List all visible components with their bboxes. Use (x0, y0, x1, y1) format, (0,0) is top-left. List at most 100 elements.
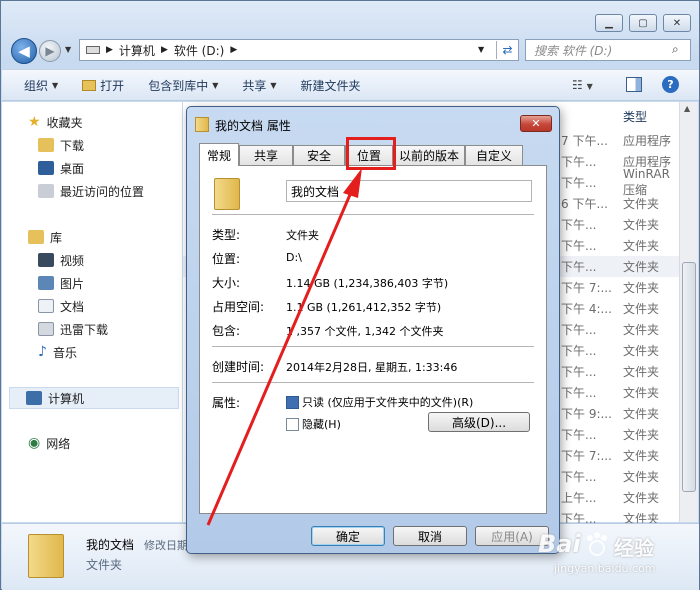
help-icon[interactable]: ? (662, 76, 679, 93)
sidebar-item-downloads[interactable]: 下载 (38, 135, 84, 155)
tab-highlight-box (346, 137, 396, 170)
new-folder-label: 新建文件夹 (300, 78, 361, 93)
details-name: 我的文档 (86, 538, 135, 552)
sidebar-favorites-label: 收藏夹 (46, 115, 83, 130)
type-label: 类型: (212, 228, 241, 242)
open-button[interactable]: 打开 (70, 70, 136, 100)
tab-sharing[interactable]: 共享 (239, 145, 293, 165)
star-icon: ★ (28, 114, 41, 130)
forward-button[interactable]: ▶ (39, 40, 61, 62)
sidebar-item-computer[interactable]: 计算机 (9, 387, 179, 409)
refresh-icon[interactable]: ⇄ (496, 41, 518, 59)
library-folder-icon (38, 322, 54, 336)
network-icon: ◉ (28, 435, 41, 451)
breadcrumb-computer[interactable]: 计算机 (119, 42, 155, 59)
preview-pane-icon[interactable] (626, 77, 642, 92)
chevron-right-icon: ▶ (160, 45, 168, 55)
file-date: 下午... (561, 365, 597, 379)
dialog-close-button[interactable]: ✕ (520, 115, 552, 132)
file-date: 下午... (561, 386, 597, 400)
breadcrumb-drive[interactable]: 软件 (D:) (174, 42, 224, 59)
size-value: 1.14 GB (1,234,386,403 字节) (286, 277, 449, 290)
scrollbar[interactable]: ▲ (679, 102, 698, 522)
library-icon (28, 230, 44, 244)
folder-open-icon (82, 79, 97, 91)
include-library-label: 包含到库中 (148, 78, 209, 93)
ok-button[interactable]: 确定 (311, 526, 385, 546)
sidebar-item-music[interactable]: ♪ 音乐 (38, 342, 77, 362)
sidebar-item-desktop[interactable]: 桌面 (38, 158, 84, 178)
history-dropdown-icon[interactable]: ▼ (65, 45, 71, 54)
watermark-brand-cn: 经验 (614, 536, 654, 560)
music-icon: ♪ (38, 344, 47, 360)
share-button[interactable]: 共享 ▼ (230, 70, 288, 100)
scrollbar-thumb[interactable] (682, 262, 696, 492)
sidebar-item-videos[interactable]: 视频 (38, 250, 84, 270)
file-type: 文件夹 (623, 197, 660, 211)
file-type: 文件夹 (623, 365, 660, 379)
maximize-button[interactable]: ▢ (629, 14, 657, 32)
file-date: 下午 9:... (561, 407, 612, 421)
tab-previous-versions[interactable]: 以前的版本 (393, 145, 465, 165)
sidebar-item-label: 计算机 (48, 391, 85, 406)
location-value: D:\ (286, 251, 302, 264)
sidebar-item-thunder[interactable]: 迅雷下载 (38, 319, 108, 339)
file-type: 应用程序 (623, 134, 672, 148)
view-options-icon[interactable]: ☷ ▼ (572, 78, 593, 92)
include-library-button[interactable]: 包含到库中 ▼ (136, 70, 230, 100)
watermark-brand: Bai (538, 530, 581, 558)
address-bar[interactable]: ▶ 计算机 ▶ 软件 (D:) ▶ ▼ ⇄ (79, 39, 519, 61)
hidden-label: 隐藏(H) (302, 418, 341, 431)
maximize-icon: ▢ (638, 17, 648, 29)
file-date: 下午... (561, 155, 597, 169)
divider (212, 214, 534, 215)
sidebar-item-recent[interactable]: 最近访问的位置 (38, 181, 144, 201)
sidebar-item-documents[interactable]: 文档 (38, 296, 84, 316)
details-modified-label: 修改日期 (144, 539, 188, 552)
cancel-button[interactable]: 取消 (393, 526, 467, 546)
contains-value: 1 ,357 个文件, 1,342 个文件夹 (286, 325, 444, 338)
file-type: 文件夹 (623, 449, 660, 463)
sidebar-libraries[interactable]: 库 (28, 227, 62, 247)
advanced-button[interactable]: 高级(D)... (428, 412, 530, 432)
sidebar-item-label: 桌面 (60, 161, 85, 176)
scroll-up-icon[interactable]: ▲ (684, 104, 690, 113)
open-label: 打开 (100, 78, 125, 93)
new-folder-button[interactable]: 新建文件夹 (289, 70, 373, 100)
sidebar-favorites[interactable]: ★ 收藏夹 (28, 112, 83, 132)
tab-customize[interactable]: 自定义 (465, 145, 523, 165)
drive-icon (86, 46, 100, 54)
tab-security[interactable]: 安全 (293, 145, 345, 165)
command-bar: 组织 ▼ 打开 包含到库中 ▼ 共享 ▼ 新建文件夹 ☷ ▼ ? (2, 69, 699, 101)
search-input[interactable]: 搜索 软件 (D:) ⌕ (525, 39, 691, 61)
folder-name-input[interactable]: 我的文档 (286, 180, 532, 202)
video-icon (38, 253, 54, 267)
search-placeholder: 搜索 软件 (D:) (534, 43, 613, 58)
caret-down-icon: ▼ (212, 80, 219, 90)
arrow-right-icon: ▶ (45, 44, 55, 58)
tab-general[interactable]: 常规 (199, 143, 239, 166)
address-dropdown-icon[interactable]: ▼ (478, 45, 484, 54)
desktop-icon (38, 161, 54, 175)
file-type: 文件夹 (623, 302, 660, 316)
share-label: 共享 (242, 78, 267, 93)
sidebar-item-label: 下载 (60, 138, 85, 153)
minimize-button[interactable]: ▁ (595, 14, 623, 32)
file-date: 7 下午... (561, 134, 608, 148)
file-type: 文件夹 (623, 218, 660, 232)
file-type: 文件夹 (623, 470, 660, 484)
close-icon: ✕ (531, 117, 541, 130)
organize-button[interactable]: 组织 ▼ (2, 70, 70, 100)
close-window-button[interactable]: ✕ (663, 14, 691, 32)
column-header-type[interactable]: 类型 (623, 108, 647, 125)
sidebar-item-label: 图片 (60, 276, 85, 291)
search-icon[interactable]: ⌕ (672, 42, 679, 57)
readonly-checkbox[interactable] (286, 396, 299, 409)
minimize-icon: ▁ (605, 17, 613, 29)
file-date: 下午... (561, 323, 597, 337)
sidebar-item-pictures[interactable]: 图片 (38, 273, 84, 293)
sidebar-item-network[interactable]: ◉ 网络 (28, 433, 70, 453)
back-button[interactable]: ◀ (11, 38, 37, 64)
divider (212, 346, 534, 347)
hidden-checkbox[interactable] (286, 418, 299, 431)
